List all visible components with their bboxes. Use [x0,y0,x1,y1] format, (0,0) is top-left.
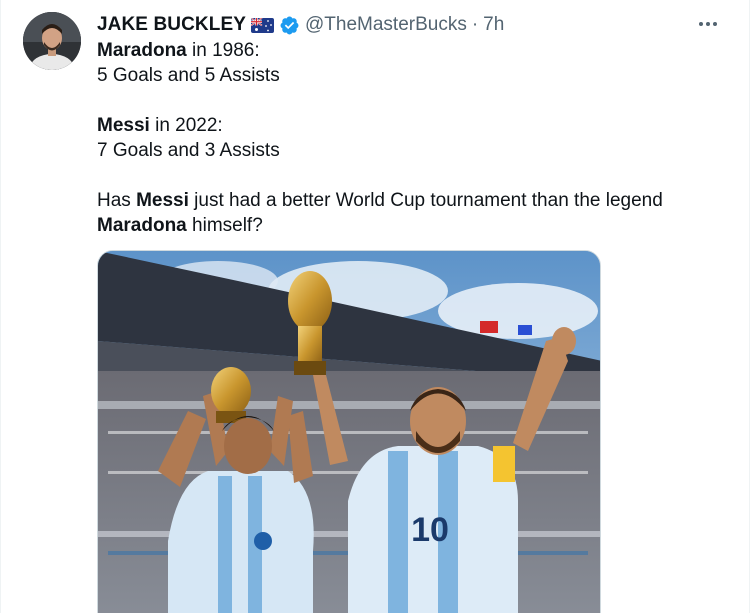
tweet-text: Maradona in 1986: 5 Goals and 5 Assists … [97,38,717,238]
separator-dot: · [471,14,479,35]
text-line: Messi in 2022: [97,113,717,138]
display-name[interactable]: JAKE BUCKLEY [97,14,246,36]
text-line: 5 Goals and 5 Assists [97,65,280,86]
avatar[interactable] [23,12,81,70]
tweet-card[interactable]: JAKE BUCKLEY @TheMasterBucks · 7h Marado… [0,0,750,613]
bold-name: Messi [136,190,189,211]
bold-name: Messi [97,115,150,136]
tweet-header: JAKE BUCKLEY @TheMasterBucks · 7h [97,12,504,38]
jersey-number: 10 [411,511,449,549]
tweet-photo[interactable]: 10 [97,250,601,613]
verified-badge-icon [279,15,300,36]
text-line: Has Messi just had a better World Cup to… [97,188,717,213]
text-span: just had a better World Cup tournament t… [188,190,663,211]
australia-flag-icon [251,17,274,33]
more-button[interactable] [697,14,719,32]
handle[interactable]: @TheMasterBucks [305,14,467,36]
photo-icon: 10 [98,251,600,613]
text-span: in 1986: [186,40,260,61]
text-line: Maradona in 1986: [97,38,717,63]
text-line: 7 Goals and 3 Assists [97,140,280,161]
bold-name: Maradona [97,215,187,236]
timestamp[interactable]: 7h [483,14,504,36]
text-span: Has [97,190,137,211]
text-span: in 2022: [149,115,223,136]
text-span: himself? [186,215,263,236]
more-horizontal-icon [698,14,718,32]
text-line: Maradona himself? [97,213,717,238]
bold-name: Maradona [97,40,187,61]
